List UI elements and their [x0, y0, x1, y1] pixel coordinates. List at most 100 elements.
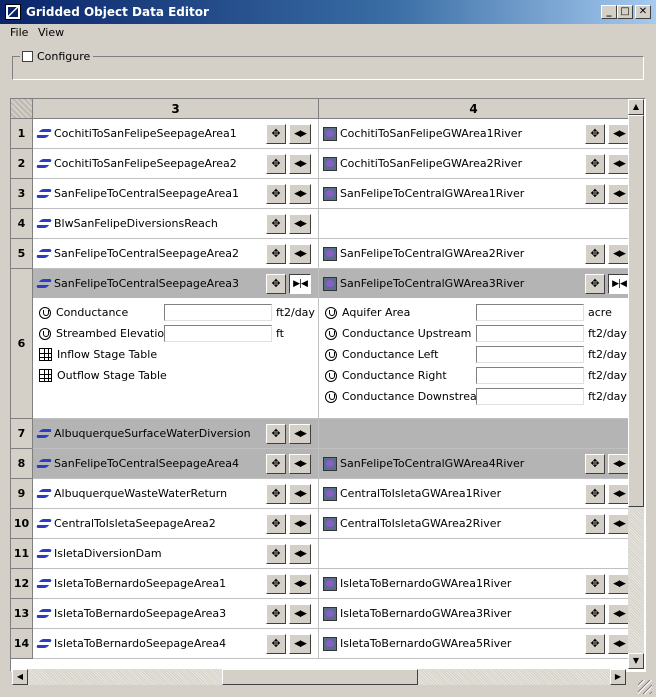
- move-icon[interactable]: ✥: [585, 184, 605, 204]
- move-icon[interactable]: ✥: [585, 514, 605, 534]
- object-name[interactable]: IsletaToBernardoGWArea3River: [340, 607, 511, 620]
- move-icon[interactable]: ✥: [266, 214, 286, 234]
- move-icon[interactable]: ✥: [266, 514, 286, 534]
- row-header-2[interactable]: 2: [11, 149, 33, 179]
- expand-icon[interactable]: ◀▶: [289, 544, 311, 564]
- grid-cell[interactable]: SanFelipeToCentralGWArea3River ✥ ▶|◀ Aquife…: [319, 269, 629, 419]
- grid-cell[interactable]: SanFelipeToCentralGWArea2River ✥ ◀▶: [319, 239, 629, 269]
- expand-icon[interactable]: ◀▶: [289, 244, 311, 264]
- object-name[interactable]: IsletaToBernardoGWArea5River: [340, 637, 511, 650]
- move-icon[interactable]: ✥: [266, 634, 286, 654]
- object-name[interactable]: IsletaToBernardoGWArea1River: [340, 577, 511, 590]
- scroll-right-button[interactable]: ▶: [610, 669, 626, 685]
- expand-icon[interactable]: ◀▶: [289, 214, 311, 234]
- slot-value-input[interactable]: [164, 325, 272, 342]
- move-icon[interactable]: ✥: [585, 634, 605, 654]
- slot-row[interactable]: Aquifer Area: [325, 303, 410, 322]
- move-icon[interactable]: ✥: [266, 244, 286, 264]
- grid-cell[interactable]: CochitiToSanFelipeGWArea1River ✥ ◀▶: [319, 119, 629, 149]
- expand-icon[interactable]: ◀▶: [608, 634, 628, 654]
- expand-icon[interactable]: ◀▶: [289, 184, 311, 204]
- grid-cell[interactable]: IsletaToBernardoSeepageArea1 ✥ ◀▶: [33, 569, 319, 599]
- close-button[interactable]: ✕: [635, 5, 651, 19]
- minimize-button[interactable]: _: [601, 5, 617, 19]
- slot-row[interactable]: Outflow Stage Table: [39, 366, 167, 385]
- slot-value-input[interactable]: [476, 388, 584, 405]
- row-header-12[interactable]: 12: [11, 569, 33, 599]
- expand-icon[interactable]: ◀▶: [608, 574, 628, 594]
- object-name[interactable]: CochitiToSanFelipeSeepageArea2: [54, 157, 237, 170]
- grid-cell[interactable]: CochitiToSanFelipeGWArea2River ✥ ◀▶: [319, 149, 629, 179]
- object-name[interactable]: SanFelipeToCentralSeepageArea3: [54, 277, 239, 290]
- grid-cell[interactable]: [319, 419, 629, 449]
- expand-icon[interactable]: ◀▶: [289, 514, 311, 534]
- move-icon[interactable]: ✥: [585, 574, 605, 594]
- expand-icon[interactable]: ◀▶: [289, 604, 311, 624]
- slot-row[interactable]: Conductance Upstream: [325, 324, 471, 343]
- grid-cell[interactable]: SanFelipeToCentralSeepageArea2 ✥ ◀▶: [33, 239, 319, 269]
- expand-icon[interactable]: ◀▶: [608, 514, 628, 534]
- grid-cell[interactable]: IsletaToBernardoSeepageArea4 ✥ ◀▶: [33, 629, 319, 659]
- menu-file[interactable]: File: [10, 26, 28, 39]
- row-header-6[interactable]: 6: [11, 269, 33, 419]
- slot-value-input[interactable]: [476, 346, 584, 363]
- object-name[interactable]: SanFelipeToCentralSeepageArea2: [54, 247, 239, 260]
- grid-cell[interactable]: [319, 539, 629, 569]
- move-icon[interactable]: ✥: [266, 184, 286, 204]
- object-name[interactable]: IsletaToBernardoSeepageArea3: [54, 607, 226, 620]
- move-icon[interactable]: ✥: [266, 424, 286, 444]
- grid-cell[interactable]: CochitiToSanFelipeSeepageArea1 ✥ ◀▶: [33, 119, 319, 149]
- object-name[interactable]: AlbuquerqueWasteWaterReturn: [54, 487, 227, 500]
- slot-row[interactable]: Conductance Left: [325, 345, 438, 364]
- expand-icon[interactable]: ◀▶: [289, 484, 311, 504]
- expand-icon[interactable]: ◀▶: [289, 124, 311, 144]
- object-name[interactable]: IsletaToBernardoSeepageArea1: [54, 577, 226, 590]
- row-header-5[interactable]: 5: [11, 239, 33, 269]
- expand-icon[interactable]: ◀▶: [289, 154, 311, 174]
- move-icon[interactable]: ✥: [266, 154, 286, 174]
- row-header-13[interactable]: 13: [11, 599, 33, 629]
- slot-row[interactable]: Conductance Downstream: [325, 387, 487, 406]
- slot-value-input[interactable]: [476, 325, 584, 342]
- grid-cell[interactable]: IsletaDiversionDam ✥ ◀▶: [33, 539, 319, 569]
- grid-cell[interactable]: IsletaToBernardoGWArea1River ✥ ◀▶: [319, 569, 629, 599]
- expand-icon[interactable]: ◀▶: [289, 574, 311, 594]
- move-icon[interactable]: ✥: [585, 274, 605, 294]
- expand-icon[interactable]: ◀▶: [608, 154, 628, 174]
- slot-row[interactable]: Conductance: [39, 303, 128, 322]
- object-name[interactable]: IsletaDiversionDam: [54, 547, 162, 560]
- move-icon[interactable]: ✥: [266, 544, 286, 564]
- scroll-left-button[interactable]: ◀: [12, 669, 28, 685]
- expand-icon[interactable]: ◀▶: [608, 244, 628, 264]
- object-name[interactable]: SanFelipeToCentralSeepageArea4: [54, 457, 239, 470]
- column-header-3[interactable]: 3: [33, 99, 319, 119]
- expand-icon[interactable]: ◀▶: [289, 634, 311, 654]
- grid-cell[interactable]: IsletaToBernardoSeepageArea3 ✥ ◀▶: [33, 599, 319, 629]
- expand-icon[interactable]: ◀▶: [608, 184, 628, 204]
- grid-cell[interactable]: IsletaToBernardoGWArea5River ✥ ◀▶: [319, 629, 629, 659]
- move-icon[interactable]: ✥: [266, 484, 286, 504]
- expand-icon[interactable]: ◀▶: [608, 124, 628, 144]
- object-name[interactable]: CochitiToSanFelipeGWArea1River: [340, 127, 522, 140]
- grid-cell[interactable]: [319, 209, 629, 239]
- move-icon[interactable]: ✥: [585, 604, 605, 624]
- expand-icon[interactable]: ◀▶: [608, 604, 628, 624]
- object-name[interactable]: CochitiToSanFelipeGWArea2River: [340, 157, 522, 170]
- vertical-scrollbar[interactable]: ▲ ▼: [628, 99, 644, 669]
- object-name[interactable]: SanFelipeToCentralSeepageArea1: [54, 187, 239, 200]
- grid-cell[interactable]: AlbuquerqueSurfaceWaterDiversion ✥ ◀▶: [33, 419, 319, 449]
- grid-cell[interactable]: CentralToIsletaSeepageArea2 ✥ ◀▶: [33, 509, 319, 539]
- object-name[interactable]: SanFelipeToCentralGWArea3River: [340, 277, 524, 290]
- row-header-14[interactable]: 14: [11, 629, 33, 659]
- column-header-4[interactable]: 4: [319, 99, 629, 119]
- scroll-up-button[interactable]: ▲: [628, 99, 644, 115]
- grid-cell[interactable]: SanFelipeToCentralSeepageArea1 ✥ ◀▶: [33, 179, 319, 209]
- row-header-9[interactable]: 9: [11, 479, 33, 509]
- row-header-8[interactable]: 8: [11, 449, 33, 479]
- menu-view[interactable]: View: [38, 26, 64, 39]
- move-icon[interactable]: ✥: [266, 124, 286, 144]
- row-header-1[interactable]: 1: [11, 119, 33, 149]
- grid-cell[interactable]: CentralToIsletaGWArea2River ✥ ◀▶: [319, 509, 629, 539]
- move-icon[interactable]: ✥: [585, 484, 605, 504]
- row-header-7[interactable]: 7: [11, 419, 33, 449]
